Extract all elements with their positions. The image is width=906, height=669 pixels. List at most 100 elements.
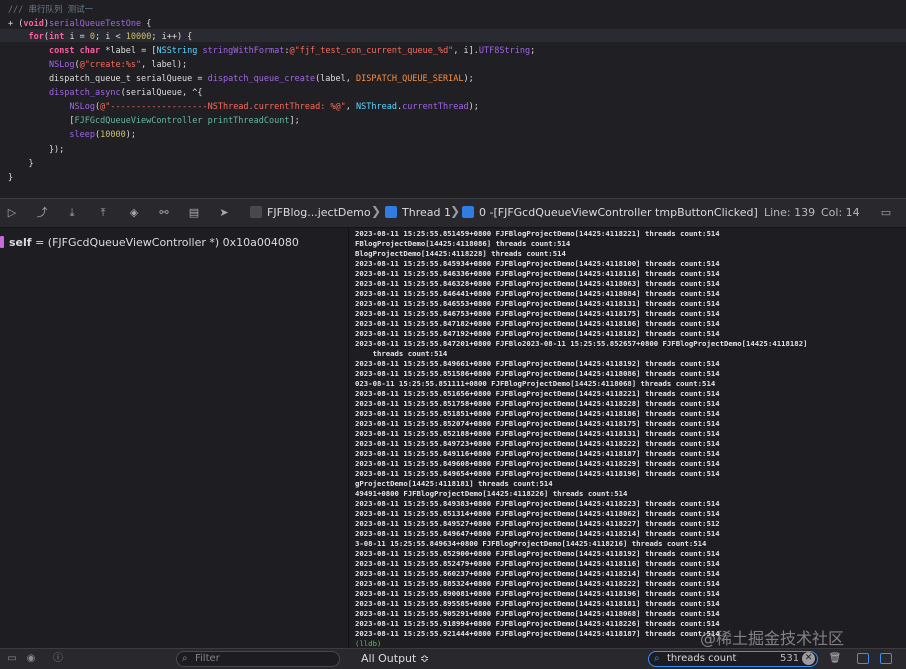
debug-bar: ▷ ⤴ ⤓ ⤒ ◈ ⚯ ▤ ➤ FJFBlog...jectDemo ❯ Thr… (0, 198, 906, 228)
log-line: 2023-08-11 15:25:55.847182+0800 FJFBlogP… (355, 319, 720, 328)
line-indicator: Line: 139 (764, 206, 816, 219)
show-variables-icon[interactable] (857, 653, 869, 664)
code-line: }); (8, 144, 64, 157)
console-output[interactable]: 2023-08-11 15:25:55.851459+0800 FJFBlogP… (350, 228, 906, 648)
view-hierarchy-icon[interactable]: ◈ (126, 206, 142, 220)
eye-icon[interactable]: ◉ (24, 652, 38, 666)
code-token: , i]. (453, 46, 479, 56)
code-token: dispatch_queue_create (207, 74, 316, 84)
code-token: dispatch_async (48, 88, 121, 98)
stack-frame-icon (462, 206, 474, 218)
log-line: 3-08-11 15:25:55.849634+0800 FJFBlogProj… (355, 539, 707, 548)
code-token: 10000 (125, 32, 152, 42)
breadcrumb-frame-label: 0 -[FJFGcdQueueViewController tmpButtonC… (479, 206, 758, 219)
code-token: FJFGcdQueueViewController (74, 116, 203, 126)
step-into-icon[interactable]: ⤓ (64, 206, 80, 220)
code-token: 10000 (100, 130, 126, 140)
code-token: ]; (289, 116, 300, 126)
breadcrumb-thread[interactable]: Thread 1 (385, 205, 451, 221)
code-token: @"create:%s" (79, 60, 142, 70)
variable-name: self (9, 236, 32, 249)
hide-debug-area-icon[interactable]: ▭ (878, 206, 894, 220)
log-line: 2023-08-11 15:25:55.845934+0800 FJFBlogP… (355, 259, 720, 268)
code-token: (serialQueue, ^{ (120, 88, 203, 98)
lldb-prompt[interactable]: (lldb) (355, 639, 381, 648)
code-token: ); (463, 74, 474, 84)
log-line: 2023-08-11 15:25:55.851459+0800 FJFBlogP… (355, 229, 720, 238)
code-token: [ (8, 116, 75, 126)
code-token: dispatch_queue_t serialQueue = (8, 74, 208, 84)
trash-icon[interactable]: 🗑 (828, 652, 842, 666)
log-line: 2023-08-11 15:25:55.846753+0800 FJFBlogP… (355, 309, 720, 318)
code-token: i = (64, 32, 90, 42)
column-indicator: Col: 14 (821, 206, 860, 219)
filter-scope-icon[interactable]: ▭ (5, 652, 19, 666)
search-icon: ⌕ (654, 653, 660, 664)
code-token: @"fjf_test_con_current_queue_%d" (289, 46, 454, 56)
breadcrumb-app[interactable]: FJFBlog...jectDemo (250, 205, 371, 221)
code-token: ; i++) { (151, 32, 193, 42)
log-line: 2023-08-11 15:25:55.851851+0800 FJFBlogP… (355, 409, 720, 418)
variables-view: self = (FJFGcdQueueViewController *) 0x1… (0, 228, 349, 648)
chevron-right-icon: ❯ (450, 204, 461, 218)
search-icon: ⌕ (182, 653, 188, 664)
breadcrumb-frame[interactable]: 0 -[FJFGcdQueueViewController tmpButtonC… (462, 205, 758, 221)
thread-icon (385, 206, 397, 218)
log-line: BlogProjectDemo[14425:4118228] threads c… (355, 249, 566, 258)
code-line: for(int i = 0; i < 10000; i++) { (8, 31, 192, 44)
log-line: 2023-08-11 15:25:55.849527+0800 FJFBlogP… (355, 519, 720, 528)
log-line: 2023-08-11 15:25:55.885324+0800 FJFBlogP… (355, 579, 720, 588)
code-token: ; (530, 46, 536, 56)
variable-row-self[interactable]: self = (FJFGcdQueueViewController *) 0x1… (0, 235, 299, 251)
memory-graph-icon[interactable]: ⚯ (156, 206, 172, 220)
code-line: /// 串行队列 测试一 (8, 4, 93, 17)
code-token: NSThread (356, 102, 397, 112)
code-token: void (23, 19, 44, 29)
chevron-right-icon: ❯ (371, 204, 382, 218)
code-token: { (141, 19, 152, 29)
continue-icon[interactable]: ▷ (4, 206, 20, 220)
breadcrumb-thread-label: Thread 1 (402, 206, 451, 219)
code-token: ); (468, 102, 479, 112)
log-line: 2023-08-11 15:25:55.849383+0800 FJFBlogP… (355, 499, 720, 508)
code-token: @"-------------------NSThread.currentThr… (100, 102, 346, 112)
code-token: sleep (69, 130, 96, 140)
show-console-icon[interactable] (880, 653, 892, 664)
output-filter-select[interactable]: All Output ≎ (361, 652, 429, 666)
step-out-icon[interactable]: ⤒ (95, 206, 111, 220)
code-token: } (8, 173, 14, 183)
clear-search-icon[interactable]: ✕ (802, 652, 815, 665)
log-line: 2023-08-11 15:25:55.849654+0800 FJFBlogP… (355, 469, 720, 478)
log-line: 2023-08-11 15:25:55.849723+0800 FJFBlogP… (355, 439, 720, 448)
search-match-count: 531 (780, 653, 800, 664)
variables-filter-field[interactable]: ⌕ Filter (176, 651, 340, 667)
log-line: 2023-08-11 15:25:55.852479+0800 FJFBlogP… (355, 559, 720, 568)
log-line: 2023-08-11 15:25:55.849661+0800 FJFBlogP… (355, 359, 720, 368)
log-line: 2023-08-11 15:25:55.849116+0800 FJFBlogP… (355, 449, 720, 458)
log-line: 2023-08-11 15:25:55.847201+0800 FJFBlo20… (355, 339, 808, 348)
log-line: 2023-08-11 15:25:55.847192+0800 FJFBlogP… (355, 329, 720, 338)
info-icon[interactable]: ⓘ (51, 652, 65, 666)
step-over-icon[interactable]: ⤴ (34, 206, 50, 220)
code-editor[interactable]: /// 串行队列 测试一 + (void)serialQueueTestOne {… (0, 0, 906, 198)
environment-overrides-icon[interactable]: ▤ (186, 206, 202, 220)
log-line: 49491+0800 FJFBlogProjectDemo[14425:4118… (355, 489, 628, 498)
log-line: 2023-08-11 15:25:55.849608+0800 FJFBlogP… (355, 459, 720, 468)
simulate-location-icon[interactable]: ➤ (216, 206, 232, 220)
log-line: 2023-08-11 15:25:55.905291+0800 FJFBlogP… (355, 609, 720, 618)
code-line: NSLog(@"create:%s", label); (8, 59, 187, 72)
code-token: } (8, 159, 34, 169)
code-token: , label); (141, 60, 188, 70)
log-line: 2023-08-11 15:25:55.846336+0800 FJFBlogP… (355, 269, 720, 278)
breadcrumb-app-label: FJFBlog...jectDemo (267, 206, 371, 219)
code-line: [FJFGcdQueueViewController printThreadCo… (8, 115, 300, 128)
code-token: currentThread (402, 102, 469, 112)
code-token: *label = [ (100, 46, 157, 56)
app-icon (250, 206, 262, 218)
code-token: char (79, 46, 101, 56)
log-line: 2023-08-11 15:25:55.860237+0800 FJFBlogP… (355, 569, 720, 578)
log-line: 2023-08-11 15:25:55.895585+0800 FJFBlogP… (355, 599, 720, 608)
code-token: + ( (8, 19, 24, 29)
